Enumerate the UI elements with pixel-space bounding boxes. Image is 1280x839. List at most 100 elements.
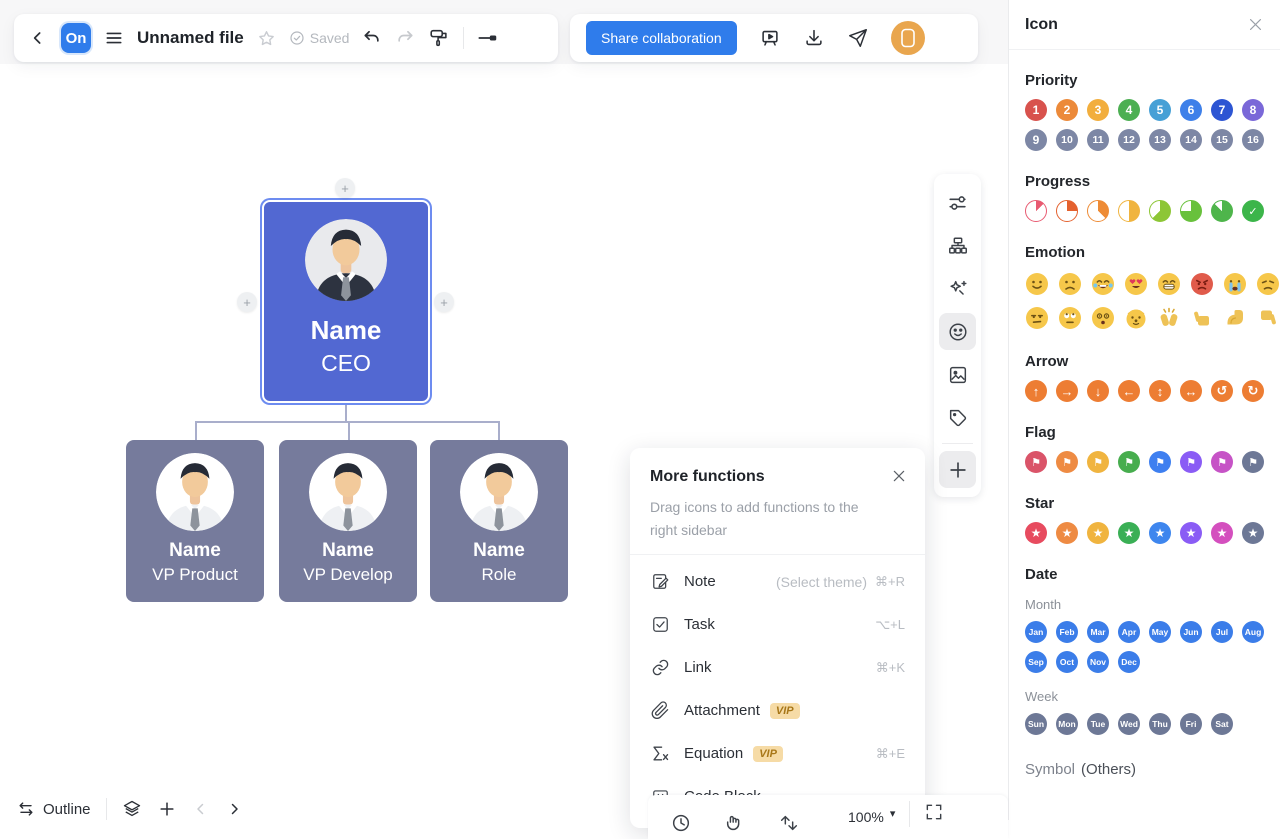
- month-icon-feb[interactable]: Feb: [1056, 621, 1078, 643]
- arrow-icon-left-right[interactable]: ↔: [1180, 380, 1202, 402]
- priority-icon-8[interactable]: 8: [1242, 99, 1264, 121]
- month-icon-oct[interactable]: Oct: [1056, 651, 1078, 673]
- month-icon-sep[interactable]: Sep: [1025, 651, 1047, 673]
- flag-icon-7[interactable]: ⚑: [1211, 451, 1233, 473]
- outline-toggle[interactable]: Outline: [16, 799, 91, 819]
- tag-icon[interactable]: [939, 399, 976, 436]
- present-icon[interactable]: [759, 27, 781, 49]
- undo-icon[interactable]: [362, 28, 382, 48]
- priority-icon-16[interactable]: 16: [1242, 129, 1264, 151]
- arrow-icon-down[interactable]: ↓: [1087, 380, 1109, 402]
- drag-mode-icon[interactable]: [724, 812, 746, 834]
- weekday-icon-sat[interactable]: Sat: [1211, 713, 1233, 735]
- arrow-icon-up[interactable]: ↑: [1025, 380, 1047, 402]
- star-icon-8[interactable]: ★: [1242, 522, 1264, 544]
- emotion-icon-frowning[interactable]: [1058, 271, 1082, 297]
- org-node-root[interactable]: Name CEO: [262, 200, 430, 403]
- emotion-icon-grinning[interactable]: [1157, 271, 1181, 297]
- weekday-icon-tue[interactable]: Tue: [1087, 713, 1109, 735]
- next-sheet-icon[interactable]: [225, 800, 243, 818]
- add-node-top-button[interactable]: +: [335, 178, 355, 198]
- month-icon-may[interactable]: May: [1149, 621, 1171, 643]
- emotion-icon-rolling-eyes[interactable]: [1058, 305, 1082, 331]
- close-icon[interactable]: [1247, 16, 1264, 33]
- zoom-caret-icon[interactable]: ▾: [890, 807, 896, 820]
- month-icon-jan[interactable]: Jan: [1025, 621, 1047, 643]
- priority-icon-5[interactable]: 5: [1149, 99, 1171, 121]
- emotion-icon-slightly-smiling[interactable]: [1025, 271, 1049, 297]
- arrow-icon-up-down[interactable]: ↕: [1149, 380, 1171, 402]
- month-icon-mar[interactable]: Mar: [1087, 621, 1109, 643]
- send-icon[interactable]: [847, 27, 869, 49]
- month-icon-jul[interactable]: Jul: [1211, 621, 1233, 643]
- flag-icon-5[interactable]: ⚑: [1149, 451, 1171, 473]
- weekday-icon-fri[interactable]: Fri: [1180, 713, 1202, 735]
- beautify-icon[interactable]: [939, 270, 976, 307]
- priority-icon-6[interactable]: 6: [1180, 99, 1202, 121]
- weekday-icon-sun[interactable]: Sun: [1025, 713, 1047, 735]
- add-node-right-button[interactable]: +: [434, 292, 454, 312]
- emotion-icon-unamused[interactable]: [1025, 305, 1049, 331]
- star-icon-1[interactable]: ★: [1025, 522, 1047, 544]
- month-icon-dec[interactable]: Dec: [1118, 651, 1140, 673]
- history-icon[interactable]: [670, 812, 692, 834]
- fullscreen-icon[interactable]: [924, 802, 944, 822]
- emotion-icon-thumbs-down[interactable]: [1256, 305, 1280, 331]
- priority-icon-9[interactable]: 9: [1025, 129, 1047, 151]
- star-icon-5[interactable]: ★: [1149, 522, 1171, 544]
- menu-item-link[interactable]: Link⌘+K: [650, 646, 905, 689]
- menu-item-task[interactable]: Task⌥+L: [650, 603, 905, 646]
- progress-icon-8-8[interactable]: ✓: [1242, 200, 1264, 222]
- emotion-icon-dizzy[interactable]: [1091, 305, 1115, 331]
- star-icon-3[interactable]: ★: [1087, 522, 1109, 544]
- org-node-child[interactable]: NameVP Develop: [279, 440, 417, 602]
- arrow-icon-refresh[interactable]: ↻: [1242, 380, 1264, 402]
- priority-icon-3[interactable]: 3: [1087, 99, 1109, 121]
- priority-icon-12[interactable]: 12: [1118, 129, 1140, 151]
- month-icon-aug[interactable]: Aug: [1242, 621, 1264, 643]
- menu-icon[interactable]: [104, 28, 124, 48]
- star-icon-7[interactable]: ★: [1211, 522, 1233, 544]
- emotion-icon-heart-eyes[interactable]: [1124, 271, 1148, 297]
- progress-icon-6-8[interactable]: [1180, 200, 1202, 222]
- star-icon-4[interactable]: ★: [1118, 522, 1140, 544]
- priority-icon-11[interactable]: 11: [1087, 129, 1109, 151]
- fit-view-icon[interactable]: [778, 812, 800, 834]
- progress-icon-7-8[interactable]: [1211, 200, 1233, 222]
- progress-icon-5-8[interactable]: [1149, 200, 1171, 222]
- month-icon-apr[interactable]: Apr: [1118, 621, 1140, 643]
- star-icon-2[interactable]: ★: [1056, 522, 1078, 544]
- arrow-icon-right[interactable]: →: [1056, 380, 1078, 402]
- prev-sheet-icon[interactable]: [192, 800, 210, 818]
- format-painter-icon[interactable]: [428, 27, 450, 49]
- share-collaboration-button[interactable]: Share collaboration: [586, 21, 737, 55]
- arrow-icon-undo[interactable]: ↺: [1211, 380, 1233, 402]
- menu-item-equation[interactable]: EquationVIP⌘+E: [650, 732, 905, 775]
- menu-item-attachment[interactable]: AttachmentVIP: [650, 689, 905, 732]
- priority-icon-13[interactable]: 13: [1149, 129, 1171, 151]
- star-icon-6[interactable]: ★: [1180, 522, 1202, 544]
- arrow-icon-left[interactable]: ←: [1118, 380, 1140, 402]
- flag-icon-3[interactable]: ⚑: [1087, 451, 1109, 473]
- emotion-icon-loudly-crying[interactable]: [1223, 271, 1247, 297]
- emotion-icon-clapping[interactable]: [1157, 305, 1181, 331]
- file-title[interactable]: Unnamed file: [137, 28, 244, 48]
- weekday-icon-thu[interactable]: Thu: [1149, 713, 1171, 735]
- add-function-icon[interactable]: [939, 451, 976, 488]
- priority-icon-10[interactable]: 10: [1056, 129, 1078, 151]
- month-icon-nov[interactable]: Nov: [1087, 651, 1109, 673]
- user-avatar[interactable]: [891, 21, 925, 55]
- month-icon-jun[interactable]: Jun: [1180, 621, 1202, 643]
- emotion-icon-thumbs-up[interactable]: [1190, 305, 1214, 331]
- emotion-icon-tears-of-joy[interactable]: [1091, 271, 1115, 297]
- priority-icon-1[interactable]: 1: [1025, 99, 1047, 121]
- priority-icon-4[interactable]: 4: [1118, 99, 1140, 121]
- emotion-icon-angry[interactable]: [1190, 271, 1214, 297]
- weekday-icon-wed[interactable]: Wed: [1118, 713, 1140, 735]
- priority-icon-7[interactable]: 7: [1211, 99, 1233, 121]
- emoji-icon[interactable]: [939, 313, 976, 350]
- structure-icon[interactable]: [939, 227, 976, 264]
- app-logo[interactable]: On: [61, 23, 91, 53]
- progress-icon-3-8[interactable]: [1087, 200, 1109, 222]
- flag-icon-6[interactable]: ⚑: [1180, 451, 1202, 473]
